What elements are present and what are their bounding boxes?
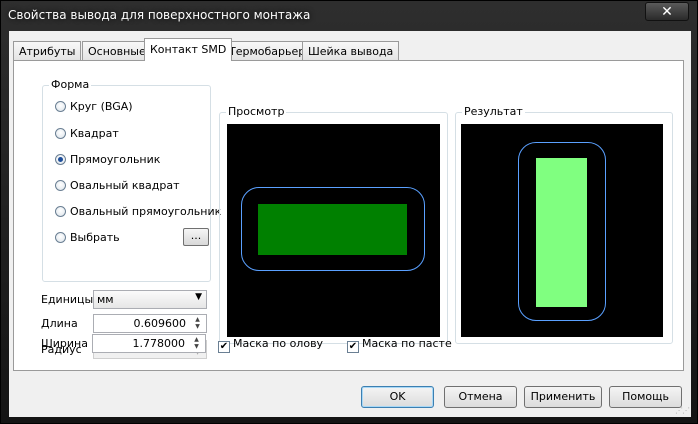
help-button[interactable]: Помощь bbox=[609, 386, 682, 408]
solder-mask-checkbox[interactable]: ✔ Маска по олову bbox=[218, 337, 323, 353]
result-pad bbox=[536, 158, 587, 307]
preview-canvas bbox=[227, 124, 440, 337]
preview-label: Просмотр bbox=[226, 105, 287, 118]
tab-thermal[interactable]: Термобарьер bbox=[223, 41, 312, 60]
checkbox-checked-icon: ✔ bbox=[347, 341, 359, 353]
chevron-down-icon: ▼ bbox=[195, 292, 202, 302]
result-group: Результат bbox=[455, 105, 673, 344]
apply-button[interactable]: Применить bbox=[524, 386, 602, 408]
result-canvas bbox=[461, 124, 663, 337]
result-label: Результат bbox=[462, 105, 525, 118]
radio-icon bbox=[55, 232, 66, 243]
paste-mask-checkbox[interactable]: ✔ Маска по пасте bbox=[347, 337, 452, 353]
radio-icon bbox=[55, 101, 66, 112]
preview-group: Просмотр bbox=[219, 105, 448, 344]
length-label: Длина bbox=[41, 317, 78, 330]
length-spinbox[interactable]: 0.609600 ▲ ▼ bbox=[93, 314, 207, 333]
resize-grip-icon[interactable]: ⋰⋰ bbox=[675, 406, 690, 415]
width-value: 1.778000 bbox=[132, 337, 186, 350]
shape-group: Форма Круг (BGA) Квадрат Прямоугольник О… bbox=[42, 78, 221, 282]
title-bar[interactable]: Свойства вывода для поверхностного монта… bbox=[1, 1, 698, 31]
shape-option-rectangle[interactable]: Прямоугольник bbox=[55, 153, 160, 169]
radio-icon bbox=[55, 128, 66, 139]
ok-button[interactable]: OK bbox=[361, 386, 434, 408]
shape-group-label: Форма bbox=[49, 78, 92, 91]
shape-option-square[interactable]: Квадрат bbox=[55, 127, 119, 143]
radio-icon bbox=[55, 180, 66, 191]
close-icon: ✕ bbox=[661, 4, 673, 20]
dialog-client-area: Атрибуты Основные Контакт SMD Термобарье… bbox=[9, 31, 691, 417]
spin-arrows-icon[interactable]: ▲ ▼ bbox=[189, 336, 204, 351]
units-label: Единицы bbox=[41, 293, 94, 306]
spin-arrows-icon[interactable]: ▲ ▼ bbox=[190, 316, 205, 331]
width-spinbox[interactable]: 1.778000 ▲ ▼ bbox=[92, 334, 206, 353]
length-value: 0.609600 bbox=[133, 317, 187, 330]
shape-option-custom[interactable]: Выбрать bbox=[55, 231, 120, 247]
dialog-window: Свойства вывода для поверхностного монта… bbox=[0, 0, 698, 424]
units-value: мм bbox=[97, 293, 114, 306]
cancel-button[interactable]: Отмена bbox=[444, 386, 517, 408]
shape-option-oval-square[interactable]: Овальный квадрат bbox=[55, 179, 180, 195]
shape-option-oval-rectangle[interactable]: Овальный прямоугольник bbox=[55, 205, 221, 221]
units-select[interactable]: мм ▼ bbox=[93, 290, 207, 309]
tab-smd-pad[interactable]: Контакт SMD bbox=[144, 38, 233, 61]
width-label: Ширина bbox=[41, 337, 88, 350]
tab-attributes[interactable]: Атрибуты bbox=[13, 41, 82, 60]
smd-pad-panel: Форма Круг (BGA) Квадрат Прямоугольник О… bbox=[13, 60, 684, 371]
close-button[interactable]: ✕ bbox=[645, 2, 689, 21]
checkbox-checked-icon: ✔ bbox=[218, 341, 230, 353]
tab-pad-neck[interactable]: Шейка вывода bbox=[302, 41, 400, 60]
radio-checked-icon bbox=[55, 154, 66, 165]
radio-icon bbox=[55, 206, 66, 217]
tab-general[interactable]: Основные bbox=[82, 41, 152, 60]
browse-shape-button[interactable]: ... bbox=[183, 228, 209, 246]
window-title: Свойства вывода для поверхностного монта… bbox=[8, 8, 311, 22]
shape-option-circle[interactable]: Круг (BGA) bbox=[55, 100, 133, 116]
preview-pad bbox=[258, 204, 407, 255]
